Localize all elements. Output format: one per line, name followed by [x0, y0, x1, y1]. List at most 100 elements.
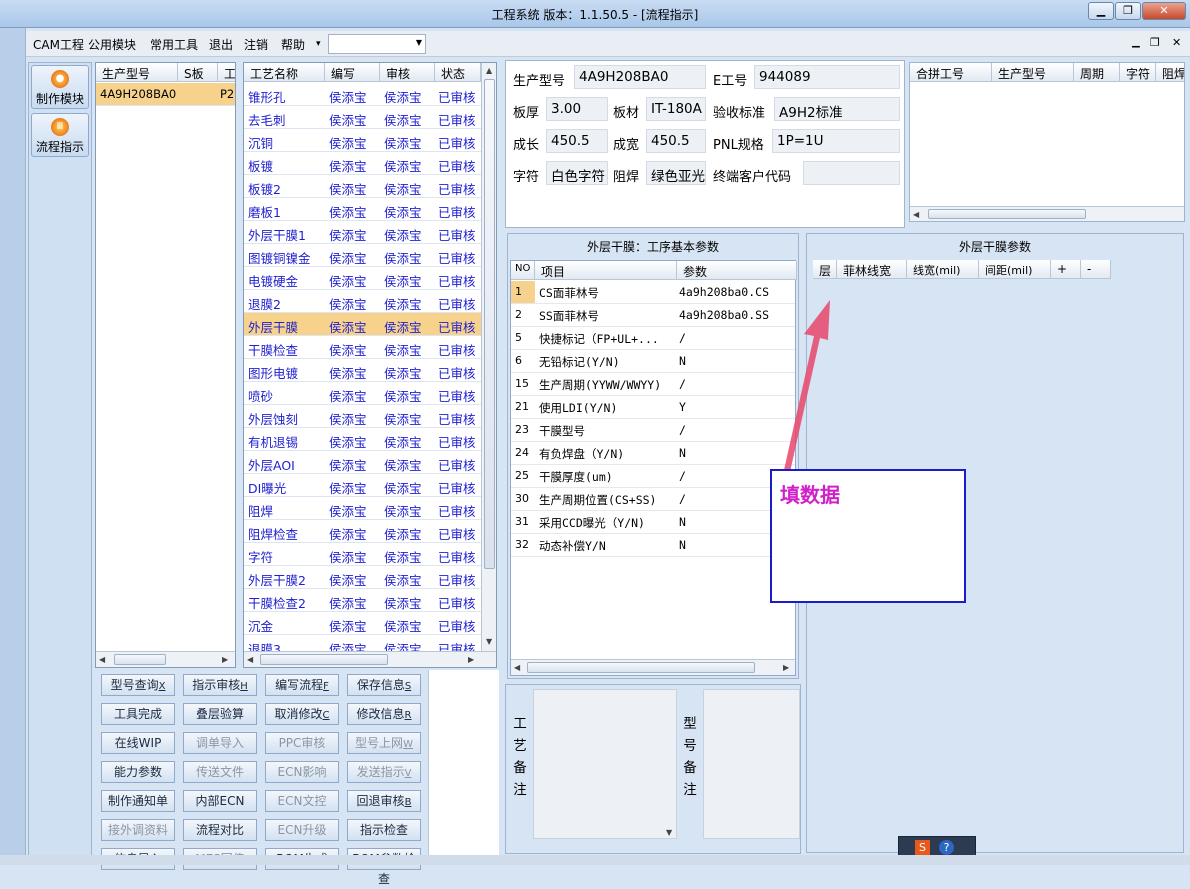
scroll-left-icon[interactable]: ◀ [514, 663, 520, 672]
col-header-mask[interactable]: 阻焊 [1156, 63, 1184, 82]
col-header-line-width[interactable]: 线宽(mil) [907, 260, 979, 279]
width-field[interactable]: 450.5 [646, 129, 706, 153]
scroll-thumb[interactable] [114, 654, 166, 665]
col-header-layer[interactable]: 层 [813, 260, 837, 279]
action-button[interactable]: ECN文控 [265, 790, 339, 812]
col-header-process[interactable]: 工艺名称 [244, 63, 325, 82]
remove-column-button[interactable]: - [1081, 260, 1111, 279]
col-header-s[interactable]: S板 [178, 63, 218, 82]
col-header-spacing[interactable]: 间距(mil) [979, 260, 1051, 279]
close-button[interactable]: ✕ [1142, 2, 1186, 20]
col-header-status[interactable]: 状态 [435, 63, 481, 82]
scroll-right-icon[interactable]: ▶ [468, 655, 474, 664]
table-row[interactable]: 1 CS面菲林号 4a9h208ba0.CS [511, 281, 795, 304]
table-row[interactable]: 图形电镀 侯添宝 侯添宝 已审核 [244, 359, 481, 382]
action-button[interactable]: 指示检查 [347, 819, 421, 841]
scroll-thumb[interactable] [484, 79, 495, 569]
length-field[interactable]: 450.5 [546, 129, 608, 153]
action-button[interactable]: 传送文件 [183, 761, 257, 783]
action-button[interactable]: PPC审核 [265, 732, 339, 754]
action-button[interactable]: 流程对比 [183, 819, 257, 841]
col-header-char[interactable]: 字符 [1120, 63, 1156, 82]
table-row[interactable]: 退膜2 侯添宝 侯添宝 已审核 [244, 290, 481, 313]
customer-code-field[interactable] [803, 161, 900, 185]
scroll-down-icon[interactable]: ▼ [666, 828, 672, 837]
restore-button[interactable]: ❐ [1115, 2, 1141, 20]
action-button[interactable]: ECN升级 [265, 819, 339, 841]
thickness-field[interactable]: 3.00 [546, 97, 608, 121]
horizontal-scrollbar[interactable]: ◀ [910, 206, 1184, 221]
table-row[interactable]: 外层干膜 侯添宝 侯添宝 已审核 [244, 313, 481, 336]
table-row[interactable]: 外层AOI 侯添宝 侯添宝 已审核 [244, 451, 481, 474]
table-row[interactable]: 字符 侯添宝 侯添宝 已审核 [244, 543, 481, 566]
col-header-writer[interactable]: 编写 [325, 63, 380, 82]
merge-grid[interactable]: 合拼工号 生产型号 周期 字符 阻焊 ◀ [909, 62, 1185, 222]
col-header-cycle[interactable]: 周期 [1074, 63, 1120, 82]
nav-make-module-button[interactable]: ● 制作模块 [31, 65, 89, 109]
table-row[interactable]: 6 无铅标记(Y/N) N [511, 350, 795, 373]
action-button[interactable]: 指示审核H [183, 674, 257, 696]
table-row[interactable]: 图镀铜镍金 侯添宝 侯添宝 已审核 [244, 244, 481, 267]
action-button[interactable]: 发送指示V [347, 761, 421, 783]
table-row[interactable]: 锥形孔 侯添宝 侯添宝 已审核 [244, 83, 481, 106]
table-row[interactable]: 2 SS面菲林号 4a9h208ba0.SS [511, 304, 795, 327]
table-row[interactable]: 磨板1 侯添宝 侯添宝 已审核 [244, 198, 481, 221]
action-button[interactable]: ECN影响 [265, 761, 339, 783]
table-row[interactable]: 外层干膜1 侯添宝 侯添宝 已审核 [244, 221, 481, 244]
action-button[interactable]: 调单导入 [183, 732, 257, 754]
action-button[interactable]: 能力参数 [101, 761, 175, 783]
action-button[interactable]: 修改信息R [347, 703, 421, 725]
table-row[interactable]: 沉铜 侯添宝 侯添宝 已审核 [244, 129, 481, 152]
table-row[interactable]: 电镀硬金 侯添宝 侯添宝 已审核 [244, 267, 481, 290]
table-row[interactable]: 板镀 侯添宝 侯添宝 已审核 [244, 152, 481, 175]
vertical-scrollbar[interactable]: ▲ ▼ [481, 63, 496, 651]
action-button[interactable]: 取消修改C [265, 703, 339, 725]
action-button[interactable]: 型号查询X [101, 674, 175, 696]
table-row[interactable]: 有机退锡 侯添宝 侯添宝 已审核 [244, 428, 481, 451]
mdi-close-button[interactable]: ✕ [1172, 36, 1181, 49]
col-header-model[interactable]: 生产型号 [96, 63, 178, 82]
scroll-left-icon[interactable]: ◀ [913, 210, 919, 219]
material-field[interactable]: IT-180A [646, 97, 706, 121]
table-row[interactable]: 4A9H208BA0 P2 [96, 83, 235, 106]
process-grid[interactable]: 工艺名称 编写 审核 状态 锥形孔 侯添宝 侯添宝 已审核 去毛刺 侯添宝 侯添宝 已审核 沉铜… [243, 62, 497, 668]
sogou-icon[interactable]: S [915, 840, 930, 855]
mdi-restore-button[interactable]: ❐ [1150, 36, 1160, 49]
table-row[interactable]: 去毛刺 侯添宝 侯添宝 已审核 [244, 106, 481, 129]
scroll-right-icon[interactable]: ▶ [783, 663, 789, 672]
add-column-button[interactable]: + [1051, 260, 1081, 279]
col-header-param[interactable]: 参数 [677, 261, 797, 280]
col-header-merge-no[interactable]: 合拼工号 [910, 63, 992, 82]
table-row[interactable]: 干膜检查2 侯添宝 侯添宝 已审核 [244, 589, 481, 612]
table-row[interactable]: 喷砂 侯添宝 侯添宝 已审核 [244, 382, 481, 405]
col-header-work[interactable]: 工 [218, 63, 235, 82]
table-row[interactable]: 15 生产周期(YYWW/WWYY) / [511, 373, 795, 396]
table-row[interactable]: 阻焊 侯添宝 侯添宝 已审核 [244, 497, 481, 520]
table-row[interactable]: DI曝光 侯添宝 侯添宝 已审核 [244, 474, 481, 497]
horizontal-scrollbar[interactable]: ◀ ▶ [511, 659, 795, 675]
table-row[interactable]: 21 使用LDI(Y/N) Y [511, 396, 795, 419]
table-row[interactable]: 阻焊检查 侯添宝 侯添宝 已审核 [244, 520, 481, 543]
col-header-item[interactable]: 项目 [535, 261, 677, 280]
table-row[interactable]: 板镀2 侯添宝 侯添宝 已审核 [244, 175, 481, 198]
table-row[interactable]: 31 采用CCD曝光（Y/N) N [511, 511, 795, 534]
menu-combo[interactable]: ▼ [328, 34, 426, 54]
action-button[interactable]: 型号上网W [347, 732, 421, 754]
model-remark-field[interactable] [703, 689, 800, 839]
scroll-thumb[interactable] [928, 209, 1086, 219]
table-row[interactable]: 5 快捷标记（FP+UL+... / [511, 327, 795, 350]
scroll-thumb[interactable] [527, 662, 755, 673]
model-grid[interactable]: 生产型号 S板 工 4A9H208BA0 P2 ◀ ▶ [95, 62, 236, 668]
action-button[interactable]: 回退审核B [347, 790, 421, 812]
menu-common-module[interactable]: 公用模块 [88, 36, 136, 53]
action-button[interactable]: 叠层验算 [183, 703, 257, 725]
e-no-field[interactable]: 944089 [754, 65, 900, 89]
menu-cam[interactable]: CAM工程 [33, 36, 84, 53]
col-header-no[interactable]: NO [511, 261, 535, 280]
table-row[interactable]: 外层蚀刻 侯添宝 侯添宝 已审核 [244, 405, 481, 428]
col-header-model[interactable]: 生产型号 [992, 63, 1074, 82]
scroll-right-icon[interactable]: ▶ [222, 655, 228, 664]
table-row[interactable]: 沉金 侯添宝 侯添宝 已审核 [244, 612, 481, 635]
craft-remark-field[interactable]: ▼ [533, 689, 677, 839]
table-row[interactable]: 32 动态补偿Y/N N [511, 534, 795, 557]
